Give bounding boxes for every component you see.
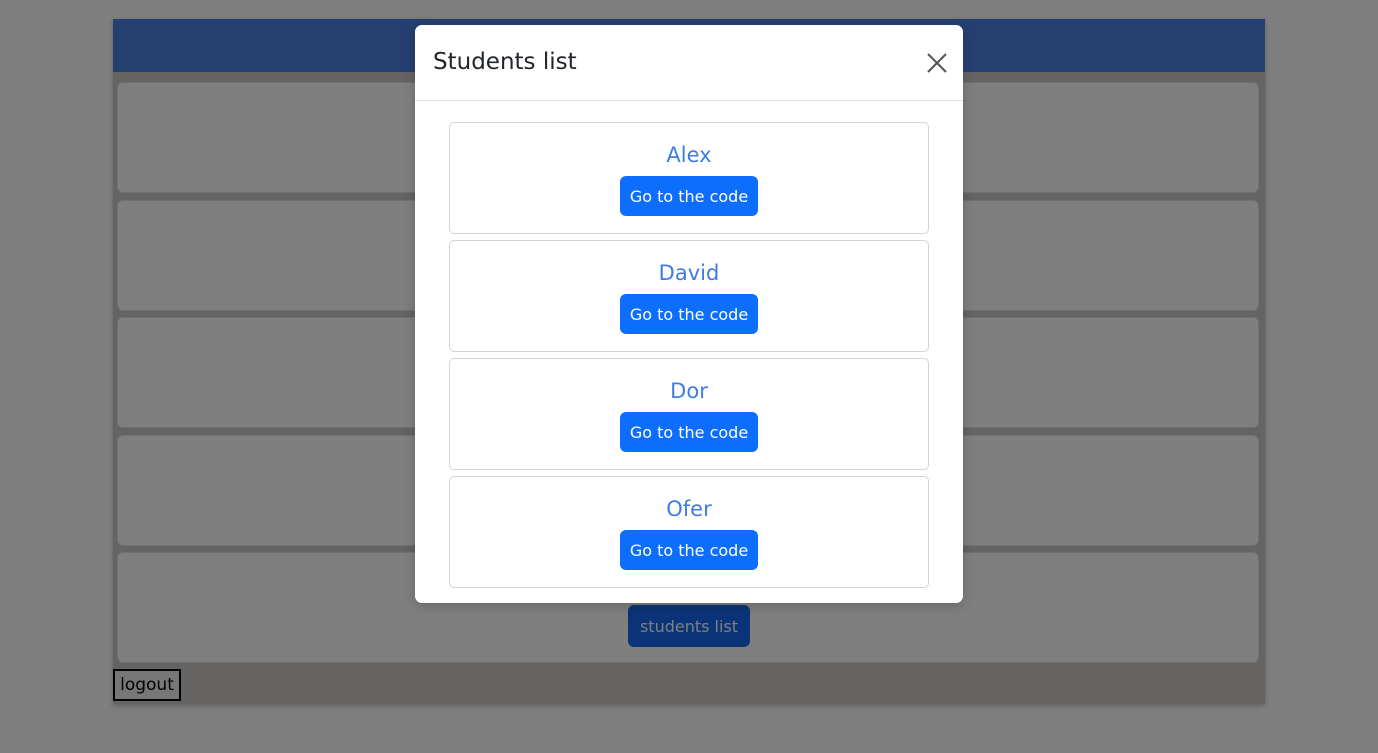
close-button[interactable] — [923, 49, 951, 77]
students-list-modal: Students list Alex Go to the code David … — [415, 25, 963, 603]
modal-header: Students list — [415, 25, 963, 101]
modal-body: Alex Go to the code David Go to the code… — [449, 122, 929, 594]
student-card: Alex Go to the code — [449, 122, 929, 234]
student-name: Ofer — [666, 497, 712, 521]
student-name: Dor — [670, 379, 708, 403]
student-card: Ofer Go to the code — [449, 476, 929, 588]
go-to-code-button[interactable]: Go to the code — [620, 176, 758, 216]
student-name: Alex — [666, 143, 712, 167]
student-card: David Go to the code — [449, 240, 929, 352]
go-to-code-button[interactable]: Go to the code — [620, 294, 758, 334]
go-to-code-button[interactable]: Go to the code — [620, 530, 758, 570]
go-to-code-button[interactable]: Go to the code — [620, 412, 758, 452]
student-name: David — [658, 261, 720, 285]
student-card: Dor Go to the code — [449, 358, 929, 470]
close-icon — [927, 53, 947, 73]
modal-title: Students list — [433, 49, 577, 75]
